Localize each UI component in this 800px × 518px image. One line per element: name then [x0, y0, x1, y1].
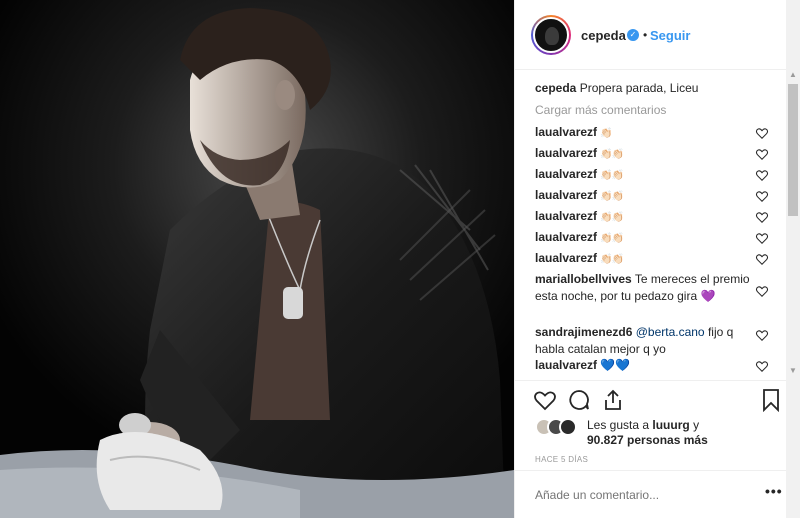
like-heart-icon[interactable]	[533, 388, 557, 412]
comments-list[interactable]: cepeda Propera parada, Liceu Cargar más …	[515, 70, 787, 380]
author-username[interactable]: cepeda	[581, 28, 626, 43]
comment-item: laualvarezf 👏🏻	[535, 124, 775, 142]
scroll-down-arrow-icon[interactable]: ▼	[788, 366, 798, 376]
comment-username[interactable]: laualvarezf	[535, 209, 597, 223]
like-comment-heart-icon[interactable]	[755, 210, 769, 224]
comment-text: 👏🏻👏🏻	[600, 191, 624, 202]
likes-summary: Les gusta a luuurg y 90.827 personas más	[535, 414, 775, 450]
comment-username[interactable]: laualvarezf	[535, 167, 597, 181]
scrollbar-thumb[interactable]	[788, 84, 798, 216]
comment-text: 👏🏻👏🏻	[600, 233, 624, 244]
comment-item: laualvarezf 👏🏻👏🏻	[535, 145, 775, 163]
like-comment-heart-icon[interactable]	[755, 231, 769, 245]
comment-item: laualvarezf 👏🏻👏🏻	[535, 208, 775, 226]
concert-photo-illustration	[0, 0, 514, 518]
like-comment-heart-icon[interactable]	[755, 359, 769, 373]
separator-dot: •	[643, 28, 648, 42]
comment-text: 👏🏻👏🏻	[600, 149, 624, 160]
comment-username[interactable]: laualvarezf	[535, 358, 597, 372]
likes-suffix: y	[693, 418, 700, 432]
post-photo[interactable]	[0, 0, 514, 518]
post-caption: cepeda Propera parada, Liceu	[535, 81, 698, 95]
comment-text: 👏🏻👏🏻	[600, 254, 624, 265]
comment-mention-link[interactable]: @berta.cano	[636, 325, 705, 339]
post-header: cepeda ✓ • Seguir	[515, 0, 787, 70]
like-comment-heart-icon[interactable]	[755, 189, 769, 203]
comment-text: 💙💙	[600, 358, 631, 372]
comment-bubble-icon[interactable]	[567, 388, 591, 412]
save-bookmark-icon[interactable]	[759, 388, 783, 412]
likes-count-link[interactable]: 90.827 personas más	[587, 433, 708, 447]
like-comment-heart-icon[interactable]	[755, 252, 769, 266]
comment-username[interactable]: laualvarezf	[535, 230, 597, 244]
like-comment-heart-icon[interactable]	[755, 284, 769, 298]
more-options-icon[interactable]: •••	[765, 483, 783, 499]
comment-item: laualvarezf 👏🏻👏🏻	[535, 229, 775, 247]
post-timestamp[interactable]: HACE 5 DÍAS	[535, 455, 588, 464]
comment-item: sandrajimenezd6 @berta.cano fijo q habla…	[535, 324, 745, 358]
comment-item: mariallobellvives Te mereces el premio e…	[535, 271, 755, 305]
post-actions-bar	[515, 380, 787, 416]
likes-user-link[interactable]: luuurg	[652, 418, 689, 432]
like-comment-heart-icon[interactable]	[755, 147, 769, 161]
purple-heart-emoji: 💜	[700, 289, 716, 303]
caption-username[interactable]: cepeda	[535, 81, 576, 95]
likes-text: Les gusta a luuurg y	[587, 417, 699, 433]
author-avatar[interactable]	[531, 15, 571, 55]
comment-text: 👏🏻👏🏻	[600, 170, 624, 181]
like-comment-heart-icon[interactable]	[755, 328, 769, 342]
like-comment-heart-icon[interactable]	[755, 168, 769, 182]
verified-badge-icon: ✓	[627, 29, 639, 41]
comment-username[interactable]: mariallobellvives	[535, 272, 632, 286]
comment-text: 👏🏻👏🏻	[600, 212, 624, 223]
liker-avatars[interactable]	[535, 418, 583, 436]
comment-text: 👏🏻	[600, 128, 612, 139]
caption-text: Propera parada, Liceu	[579, 81, 699, 95]
like-comment-heart-icon[interactable]	[755, 126, 769, 140]
add-comment-input[interactable]	[535, 488, 735, 502]
likes-prefix: Les gusta a	[587, 418, 650, 432]
comment-item: laualvarezf 👏🏻👏🏻	[535, 166, 775, 184]
liker-avatar	[559, 418, 577, 436]
comment-item: laualvarezf 👏🏻👏🏻	[535, 250, 775, 268]
follow-button[interactable]: Seguir	[650, 28, 690, 43]
share-upload-icon[interactable]	[601, 388, 625, 412]
post-side-panel: cepeda ✓ • Seguir cepeda Propera parada,…	[514, 0, 787, 518]
comment-username[interactable]: laualvarezf	[535, 188, 597, 202]
comment-item: laualvarezf 💙💙	[535, 357, 775, 374]
comment-username[interactable]: laualvarezf	[535, 146, 597, 160]
comment-username[interactable]: laualvarezf	[535, 125, 597, 139]
comment-username[interactable]: laualvarezf	[535, 251, 597, 265]
comment-username[interactable]: sandrajimenezd6	[535, 325, 632, 339]
scroll-up-arrow-icon[interactable]: ▲	[788, 70, 798, 80]
load-more-comments-button[interactable]: Cargar más comentarios	[535, 103, 666, 117]
comment-item: laualvarezf 👏🏻👏🏻	[535, 187, 775, 205]
add-comment-bar: •••	[515, 470, 787, 518]
